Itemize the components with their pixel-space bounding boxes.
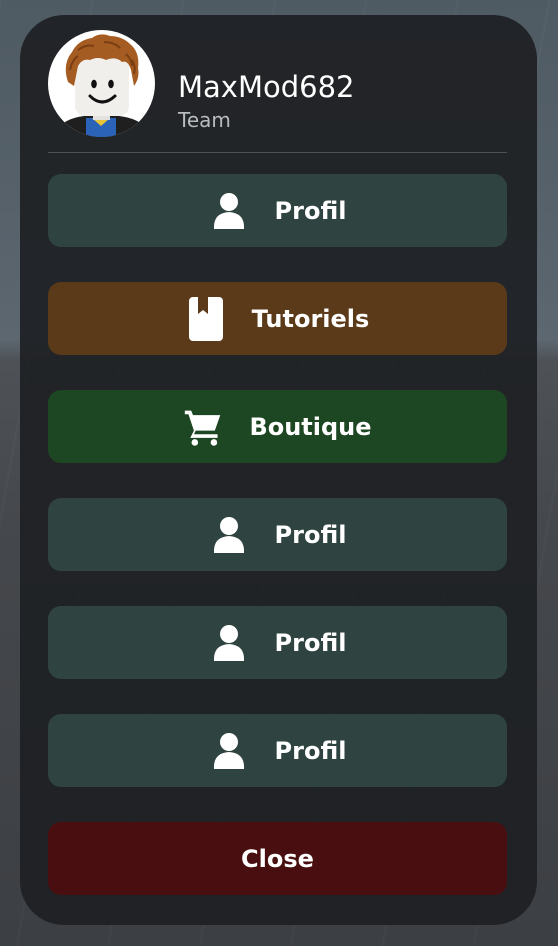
user-icon <box>209 512 249 558</box>
user-icon <box>209 620 249 666</box>
tutorials-button-label: Tutoriels <box>251 304 370 333</box>
shop-button[interactable]: Boutique <box>48 390 507 463</box>
user-role: Team <box>178 108 231 132</box>
profile-button[interactable]: Profil <box>48 498 507 571</box>
user-icon <box>209 188 249 234</box>
book-icon <box>186 296 226 342</box>
avatar-image <box>56 34 148 137</box>
profile-button-label: Profil <box>274 196 347 225</box>
profile-button-label: Profil <box>274 628 347 657</box>
username: MaxMod682 <box>178 70 355 104</box>
tutorials-button[interactable]: Tutoriels <box>48 282 507 355</box>
close-button[interactable]: Close <box>48 822 507 895</box>
profile-button[interactable]: Profil <box>48 606 507 679</box>
profile-button[interactable]: Profil <box>48 174 507 247</box>
profile-button-label: Profil <box>274 736 347 765</box>
menu-panel: MaxMod682 Team Profil Tutoriels Boutique… <box>20 15 537 925</box>
user-icon <box>209 728 249 774</box>
profile-header: MaxMod682 Team <box>48 30 508 138</box>
profile-button-label: Profil <box>274 520 347 549</box>
profile-button[interactable]: Profil <box>48 714 507 787</box>
header-divider <box>48 152 507 153</box>
close-button-label: Close <box>241 844 314 873</box>
cart-icon <box>183 404 223 450</box>
shop-button-label: Boutique <box>249 412 372 441</box>
avatar <box>48 30 155 137</box>
